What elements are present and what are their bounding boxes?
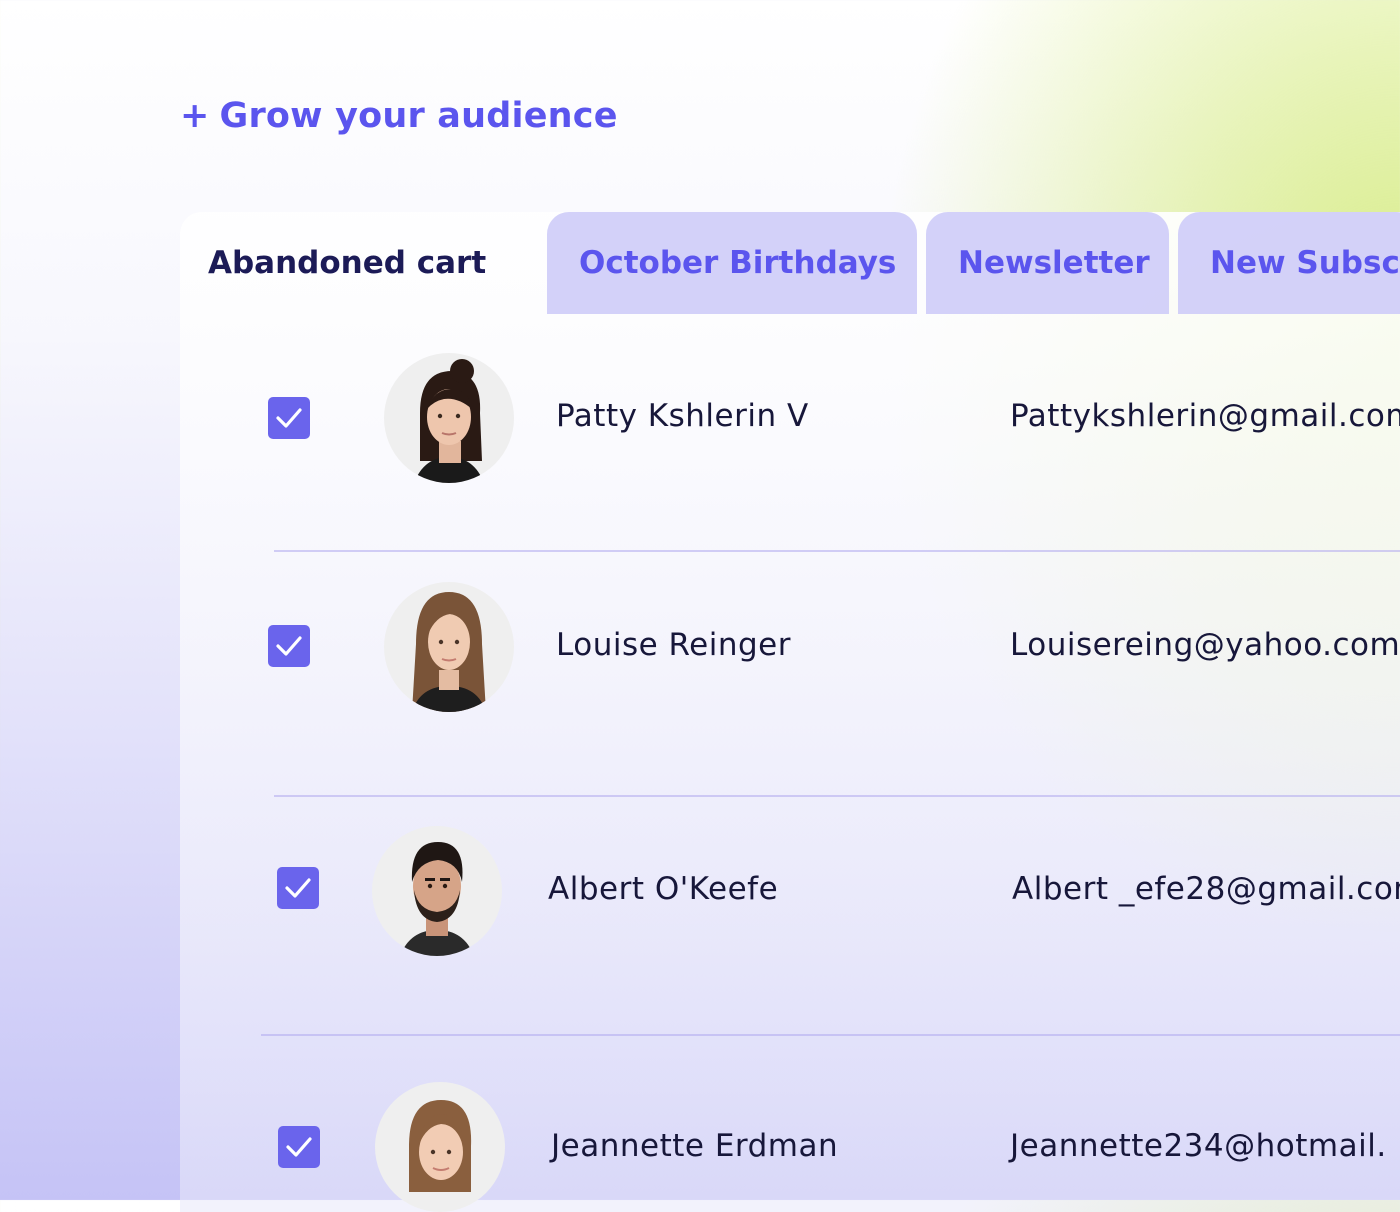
contact-name: Patty Kshlerin V	[556, 398, 809, 434]
check-icon	[286, 1137, 312, 1157]
contact-email: Jeannette234@hotmail.	[1010, 1128, 1387, 1164]
avatar-albert	[372, 826, 502, 956]
avatar-jeannette	[375, 1082, 505, 1212]
tab-label: Newsletter	[958, 245, 1150, 281]
contact-email: Albert _efe28@gmail.com	[1012, 871, 1400, 907]
grow-audience-button[interactable]: + Grow your audience	[180, 96, 618, 136]
contact-email: Louisereing@yahoo.com	[1010, 627, 1400, 663]
row-divider	[274, 795, 1400, 797]
tab-abandoned-cart[interactable]: Abandoned cart	[180, 212, 546, 314]
audience-list-panel	[180, 212, 1400, 1212]
tab-new-subscribers[interactable]: New Subscr	[1178, 212, 1400, 314]
tab-label: Abandoned cart	[208, 245, 487, 281]
contact-name: Jeannette Erdman	[551, 1128, 839, 1164]
check-icon	[276, 408, 302, 428]
avatar-louise	[384, 582, 514, 712]
plus-icon: +	[180, 96, 210, 136]
contact-name: Albert O'Keefe	[548, 871, 779, 907]
avatar-patty	[384, 353, 514, 483]
tab-newsletter[interactable]: Newsletter	[926, 212, 1169, 314]
grow-audience-label: Grow your audience	[219, 96, 618, 136]
check-icon	[276, 636, 302, 656]
row-divider	[274, 550, 1400, 552]
tab-label: New Subscr	[1210, 245, 1400, 281]
row-checkbox-louise[interactable]	[268, 625, 310, 667]
row-checkbox-albert[interactable]	[277, 867, 319, 909]
contact-email: Pattykshlerin@gmail.com	[1010, 398, 1400, 434]
check-icon	[285, 878, 311, 898]
tab-label: October Birthdays	[579, 245, 897, 281]
row-checkbox-patty[interactable]	[268, 397, 310, 439]
row-checkbox-jeannette[interactable]	[278, 1126, 320, 1168]
tab-october-birthdays[interactable]: October Birthdays	[547, 212, 917, 314]
row-divider	[261, 1034, 1400, 1036]
contact-name: Louise Reinger	[556, 627, 792, 663]
